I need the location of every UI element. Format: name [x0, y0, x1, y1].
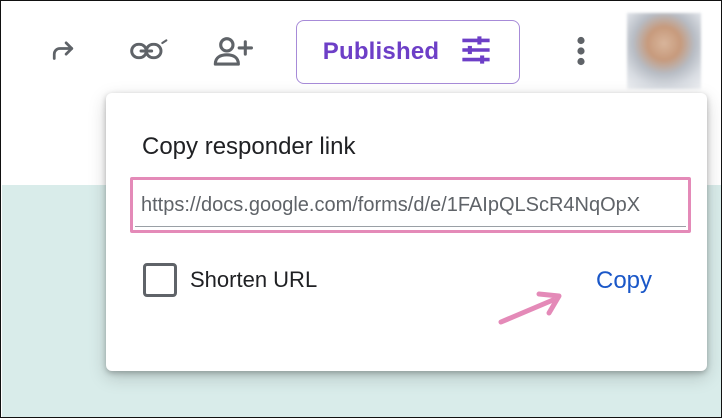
copy-link-popup: Copy responder link Shorten URL Copy: [106, 93, 707, 371]
screenshot-frame: Published Copy responder link https://do…: [0, 0, 722, 418]
link-icon[interactable]: [129, 31, 169, 71]
avatar[interactable]: [627, 13, 701, 89]
shorten-url-label[interactable]: Shorten URL: [190, 267, 317, 293]
toolbar: Published: [1, 1, 721, 91]
responder-link-field[interactable]: [130, 177, 691, 233]
tune-sliders-icon: [459, 35, 493, 70]
popup-title: Copy responder link: [142, 133, 356, 160]
add-collaborator-icon[interactable]: [213, 31, 253, 71]
copy-button[interactable]: Copy: [576, 259, 672, 303]
responder-link-input[interactable]: [141, 186, 681, 224]
input-underline: [135, 226, 686, 227]
published-button[interactable]: Published: [296, 20, 520, 84]
more-vert-icon[interactable]: [561, 31, 601, 71]
annotation-arrow-icon: [498, 291, 562, 325]
redo-icon[interactable]: [43, 31, 83, 71]
published-label: Published: [322, 38, 440, 65]
shorten-url-checkbox[interactable]: [143, 263, 177, 297]
